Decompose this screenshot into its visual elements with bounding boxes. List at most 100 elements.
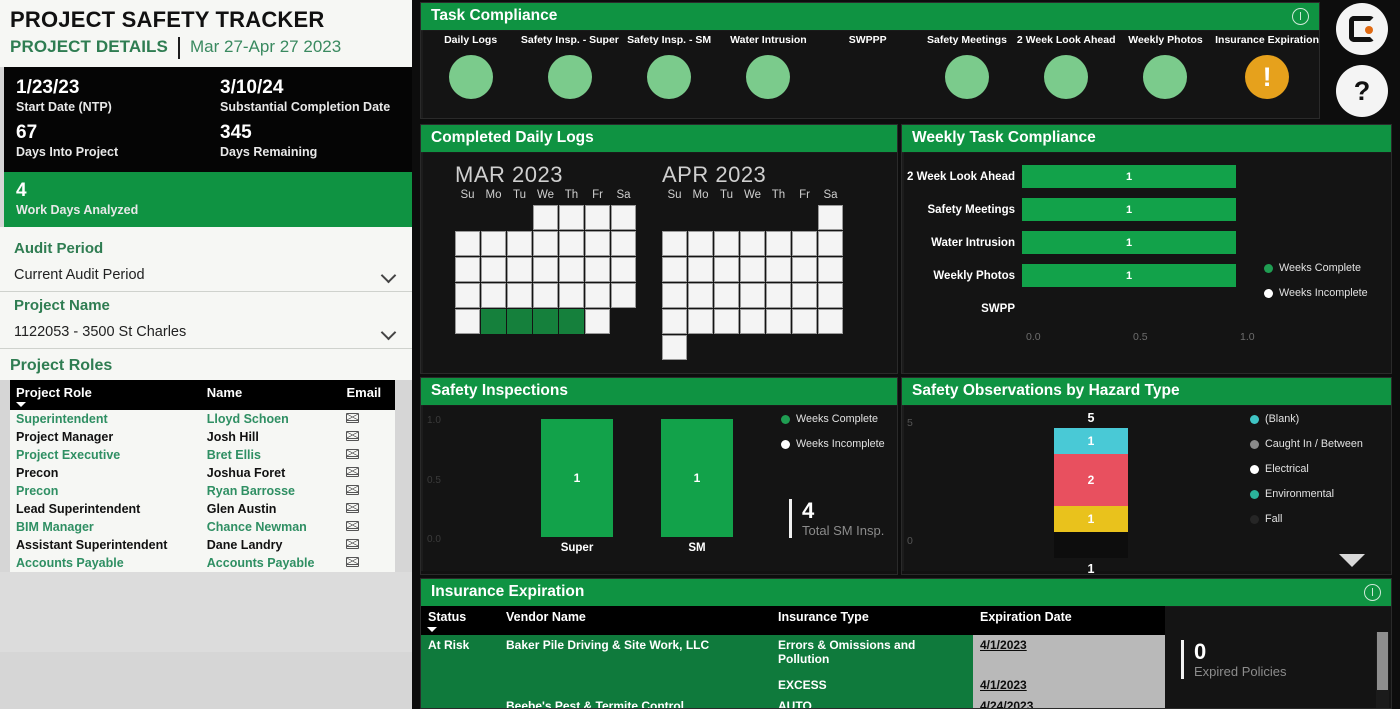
calendar-day-open[interactable] bbox=[662, 257, 687, 282]
cell-email[interactable] bbox=[340, 518, 395, 536]
table-row[interactable]: Project Manager Josh Hill bbox=[10, 428, 395, 446]
calendar-day-open[interactable] bbox=[455, 231, 480, 256]
calendar-day-open[interactable] bbox=[766, 231, 791, 256]
task-compliance-item[interactable]: Weekly Photos bbox=[1116, 30, 1215, 99]
bar-row[interactable]: Water Intrusion 1 bbox=[902, 226, 1391, 259]
audit-period-select[interactable]: Current Audit Period bbox=[0, 261, 412, 292]
cell-email[interactable] bbox=[340, 482, 395, 500]
cell-email[interactable] bbox=[340, 536, 395, 554]
calendar-day-open[interactable] bbox=[792, 283, 817, 308]
col-project-role[interactable]: Project Role bbox=[10, 380, 201, 410]
calendar-day-open[interactable] bbox=[792, 309, 817, 334]
status-indicator-ok[interactable] bbox=[1143, 55, 1188, 99]
legend-item[interactable]: Weeks Complete bbox=[781, 413, 885, 425]
scrollbar-thumb[interactable] bbox=[1377, 632, 1388, 690]
calendar-day-open[interactable] bbox=[662, 335, 687, 360]
calendar-day-open[interactable] bbox=[585, 205, 610, 230]
info-icon[interactable] bbox=[1364, 583, 1381, 601]
bar-column[interactable]: 1 Super bbox=[541, 419, 613, 554]
table-row[interactable]: BIM Manager Chance Newman bbox=[10, 518, 395, 536]
mail-icon[interactable] bbox=[346, 503, 360, 513]
mail-icon[interactable] bbox=[346, 467, 360, 477]
calendar-day-open[interactable] bbox=[455, 309, 480, 334]
cell-email[interactable] bbox=[340, 446, 395, 464]
table-row[interactable]: Beebe's Pest & Termite Control AUTO 4/24/2… bbox=[421, 696, 1165, 708]
table-row[interactable]: Precon Ryan Barrosse bbox=[10, 482, 395, 500]
task-compliance-item[interactable]: Safety Meetings bbox=[917, 30, 1016, 99]
calendar-day-open[interactable] bbox=[792, 231, 817, 256]
calendar-day-open[interactable] bbox=[740, 283, 765, 308]
cell-email[interactable] bbox=[340, 464, 395, 482]
bar[interactable]: 1 bbox=[1022, 165, 1236, 188]
calendar-day-open[interactable] bbox=[507, 283, 532, 308]
calendar-day-open[interactable] bbox=[818, 257, 843, 282]
mail-icon[interactable] bbox=[346, 557, 360, 567]
legend-item[interactable]: Environmental bbox=[1250, 488, 1363, 500]
col-vendor-name[interactable]: Vendor Name bbox=[499, 606, 771, 635]
calendar-day-open[interactable] bbox=[766, 309, 791, 334]
project-name-select[interactable]: 1122053 - 3500 St Charles bbox=[0, 318, 412, 349]
legend-item[interactable]: Electrical bbox=[1250, 463, 1363, 475]
col-status[interactable]: Status bbox=[421, 606, 499, 635]
calendar-day-open[interactable] bbox=[662, 283, 687, 308]
calendar-day-open[interactable] bbox=[818, 283, 843, 308]
cell-expiration-date[interactable]: 4/1/2023 bbox=[973, 675, 1165, 696]
task-compliance-item[interactable]: Water Intrusion bbox=[719, 30, 818, 99]
calendar-day-open[interactable] bbox=[507, 257, 532, 282]
col-email[interactable]: Email bbox=[340, 380, 395, 410]
calendar-day-open[interactable] bbox=[740, 257, 765, 282]
mail-icon[interactable] bbox=[346, 485, 360, 495]
status-indicator-ok[interactable] bbox=[746, 55, 791, 99]
cell-expiration-date[interactable]: 4/1/2023 bbox=[973, 635, 1165, 675]
calendar-day-open[interactable] bbox=[481, 283, 506, 308]
calendar-day-open[interactable] bbox=[688, 231, 713, 256]
calendar-day-open[interactable] bbox=[662, 231, 687, 256]
expand-legend-icon[interactable] bbox=[1339, 554, 1365, 567]
vertical-scrollbar[interactable] bbox=[1376, 632, 1389, 708]
legend-item[interactable]: Weeks Incomplete bbox=[1264, 287, 1368, 299]
col-name[interactable]: Name bbox=[200, 380, 341, 410]
bar[interactable]: 1 bbox=[1022, 231, 1236, 254]
cell-email[interactable] bbox=[340, 410, 395, 428]
status-indicator-none[interactable] bbox=[846, 55, 890, 99]
task-compliance-item[interactable]: 2 Week Look Ahead bbox=[1017, 30, 1116, 99]
calendar-day-open[interactable] bbox=[559, 205, 584, 230]
mail-icon[interactable] bbox=[346, 449, 360, 459]
stack-segment[interactable] bbox=[1054, 532, 1128, 558]
calendar-day-open[interactable] bbox=[714, 231, 739, 256]
calendar-day-open[interactable] bbox=[818, 205, 843, 230]
info-icon[interactable] bbox=[1292, 7, 1309, 25]
task-compliance-item[interactable]: SWPPP bbox=[818, 30, 917, 99]
calendar-day-open[interactable] bbox=[688, 257, 713, 282]
calendar-day-open[interactable] bbox=[507, 231, 532, 256]
calendar-day-open[interactable] bbox=[766, 283, 791, 308]
calendar-day-open[interactable] bbox=[533, 231, 558, 256]
bar-row[interactable]: Safety Meetings 1 bbox=[902, 193, 1391, 226]
table-row[interactable]: Lead Superintendent Glen Austin bbox=[10, 500, 395, 518]
calendar-day-open[interactable] bbox=[455, 283, 480, 308]
calendar-day-open[interactable] bbox=[611, 257, 636, 282]
status-indicator-ok[interactable] bbox=[448, 55, 493, 99]
status-indicator-ok[interactable] bbox=[547, 55, 592, 99]
status-indicator-warn[interactable] bbox=[1245, 55, 1290, 99]
bar[interactable]: 1 bbox=[661, 419, 733, 537]
help-button[interactable]: ? bbox=[1336, 65, 1388, 117]
legend-item[interactable]: Weeks Complete bbox=[1264, 262, 1368, 274]
bar[interactable]: 1 bbox=[1022, 264, 1236, 287]
task-compliance-item[interactable]: Safety Insp. - Super bbox=[520, 30, 619, 99]
mail-icon[interactable] bbox=[346, 431, 360, 441]
task-compliance-item[interactable]: Safety Insp. - SM bbox=[620, 30, 719, 99]
calendar-day-open[interactable] bbox=[688, 309, 713, 334]
calendar-day-open[interactable] bbox=[533, 283, 558, 308]
table-row[interactable]: Project Executive Bret Ellis bbox=[10, 446, 395, 464]
calendar-day-open[interactable] bbox=[714, 283, 739, 308]
table-row[interactable]: At Risk Baker Pile Driving & Site Work, L… bbox=[421, 635, 1165, 675]
cell-email[interactable] bbox=[340, 554, 395, 572]
calendar-day-open[interactable] bbox=[611, 283, 636, 308]
task-compliance-item[interactable]: Insurance Expiration bbox=[1215, 30, 1319, 99]
legend-item[interactable]: (Blank) bbox=[1250, 413, 1363, 425]
calendar-day-filled[interactable] bbox=[481, 309, 506, 334]
calendar-day-open[interactable] bbox=[662, 309, 687, 334]
calendar-day-open[interactable] bbox=[714, 309, 739, 334]
cell-email[interactable] bbox=[340, 500, 395, 518]
